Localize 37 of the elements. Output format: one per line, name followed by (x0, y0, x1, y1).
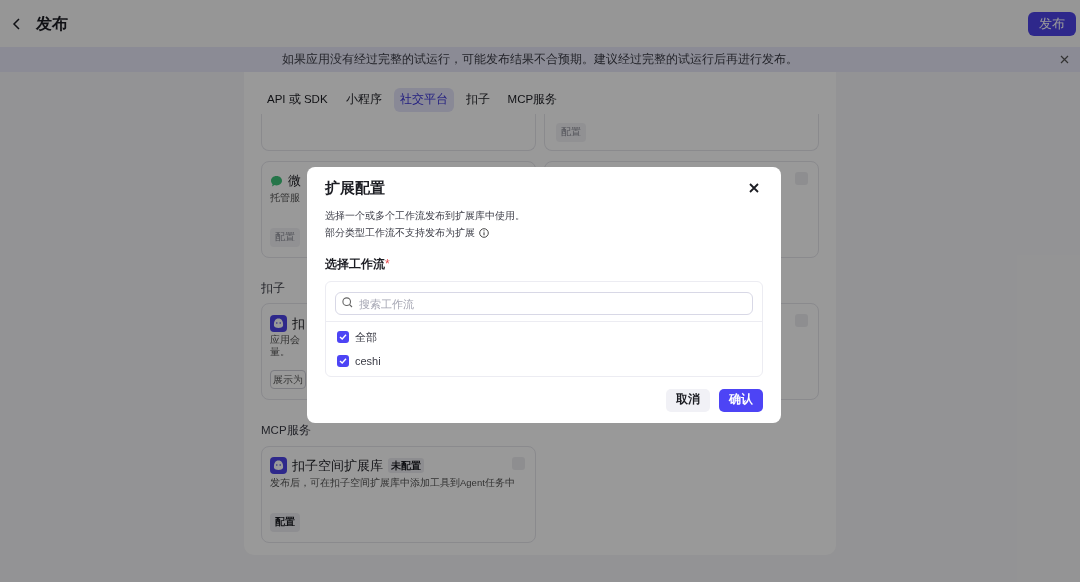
card-title: 扣子空间扩展库 (292, 456, 383, 475)
description-text: 选择一个或多个工作流发布到扩展库中使用。 (325, 209, 525, 223)
option-label: ceshi (355, 353, 381, 369)
publish-button[interactable]: 发布 (1028, 11, 1076, 36)
tab[interactable]: 社交平台 (393, 88, 454, 112)
confirm-button[interactable]: 确认 (719, 388, 763, 412)
description-text: 部分类型工作流不支持发布为扩展 (325, 226, 475, 241)
checkbox[interactable] (337, 331, 349, 343)
warning-text: 如果应用没有经过完整的试运行，可能发布结果不合预期。建议经过完整的试运行后再进行发布。 (282, 51, 798, 67)
option-label: 全部 (355, 329, 377, 345)
section-title: 扣子 (261, 281, 286, 296)
card-description: 发布后，可在扣子空间扩展库中添加工具到Agent任务中 (270, 476, 515, 489)
card-title: 扣 (292, 314, 305, 333)
chat-icon (270, 174, 283, 188)
cancel-button[interactable]: 取消 (666, 388, 710, 412)
modal-title: 扩展配置 (325, 177, 385, 198)
search-field[interactable]: 搜索工作流 (335, 292, 753, 315)
tab[interactable]: 小程序 (339, 88, 388, 112)
section-title: MCP服务 (261, 423, 312, 439)
search-icon (342, 296, 353, 308)
field-label: 选择工作流 (325, 255, 385, 273)
card-title: 微 (288, 172, 301, 191)
app-logo-icon (270, 314, 287, 332)
tab[interactable]: 扣子 (459, 88, 496, 112)
status-badge: 未配置 (388, 458, 424, 473)
card-description: 托管服 (270, 192, 300, 204)
info-icon[interactable] (479, 228, 489, 239)
page-title: 发布 (36, 13, 68, 34)
required-mark: * (385, 255, 390, 273)
configure-button[interactable]: 配置 (270, 512, 300, 532)
tab[interactable]: API 或 SDK (261, 88, 334, 112)
card-description: 应用会 量。 (270, 334, 300, 359)
checkbox[interactable] (337, 355, 349, 367)
configure-button[interactable]: 展示为 (270, 370, 306, 390)
app-logo-icon (270, 457, 287, 474)
close-icon[interactable] (749, 183, 759, 193)
tab[interactable]: MCP服务 (501, 88, 564, 112)
